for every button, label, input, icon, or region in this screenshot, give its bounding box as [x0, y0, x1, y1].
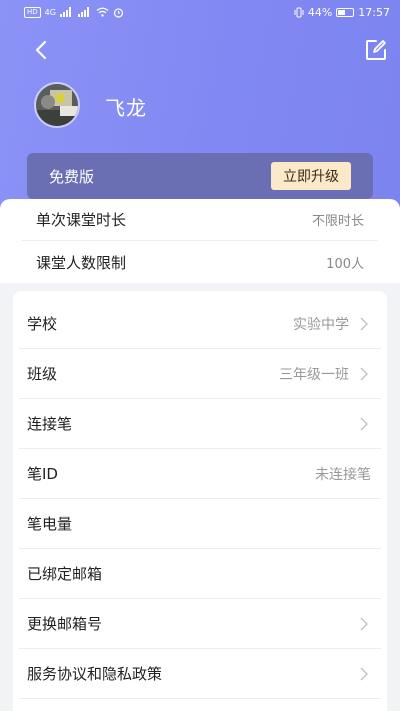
quota-row-duration: 单次课堂时长 不限时长: [22, 199, 378, 240]
chevron-right-icon: [357, 316, 371, 331]
battery-icon: [336, 7, 355, 17]
quota-row-capacity: 课堂人数限制 100人: [22, 242, 378, 283]
wifi-icon: [96, 7, 109, 17]
plan-bar: 免费版 立即升级: [27, 153, 373, 199]
settings-row-change-email[interactable]: 更换邮箱号: [19, 599, 381, 649]
chevron-right-icon: [357, 616, 371, 631]
settings-row-pen-battery: 笔电量: [19, 499, 381, 549]
edit-profile-button[interactable]: [364, 38, 388, 62]
upgrade-button[interactable]: 立即升级: [271, 162, 351, 190]
vibrate-icon: [294, 7, 304, 17]
status-bar-right: 44% 17:57: [294, 6, 390, 19]
row-value: 未连接笔: [315, 466, 371, 483]
signal-icon: [59, 7, 71, 17]
quota-card: 单次课堂时长 不限时长 课堂人数限制 100人: [0, 199, 400, 283]
avatar[interactable]: [34, 82, 80, 128]
settings-card: 学校 实验中学 班级 三年级一班 连接笔 笔ID 未连接笔 笔电量 已绑定邮箱: [13, 291, 387, 711]
row-label: 已绑定邮箱: [27, 565, 103, 583]
row-right: [349, 666, 371, 681]
signal-2-icon: [77, 7, 89, 17]
chevron-right-icon: [357, 366, 371, 381]
settings-row-school[interactable]: 学校 实验中学: [19, 299, 381, 349]
settings-row-connect-pen[interactable]: 连接笔: [19, 399, 381, 449]
row-label: 笔电量: [27, 515, 73, 533]
row-label: 班级: [27, 365, 58, 383]
quota-value: 100人: [326, 257, 364, 272]
row-label: 更换邮箱号: [27, 615, 103, 633]
row-right: 三年级一班: [279, 364, 371, 384]
settings-row-class[interactable]: 班级 三年级一班: [19, 349, 381, 399]
status-bar-left: HD 4G: [24, 6, 124, 18]
row-label: 学校: [27, 315, 58, 333]
row-value: 三年级一班: [279, 366, 349, 383]
settings-row-privacy-policy[interactable]: 服务协议和隐私政策: [19, 649, 381, 699]
row-label: 服务协议和隐私政策: [27, 665, 163, 683]
row-right: [349, 616, 371, 631]
clock: 17:57: [358, 5, 390, 19]
row-value: 实验中学: [293, 316, 349, 333]
plan-name: 免费版: [49, 167, 95, 186]
quota-label: 课堂人数限制: [36, 254, 127, 272]
row-right: [349, 416, 371, 431]
row-right: 实验中学: [293, 314, 371, 334]
chevron-right-icon: [357, 666, 371, 681]
quota-label: 单次课堂时长: [36, 211, 127, 229]
status-bar: HD 4G 44% 17:57: [0, 0, 400, 24]
row-label: 连接笔: [27, 415, 73, 433]
chevron-left-icon: [35, 40, 47, 60]
battery-percent: 44%: [307, 5, 333, 19]
user-name: 飞龙: [105, 96, 147, 120]
divider: [22, 240, 378, 241]
network-type: 4G: [44, 7, 56, 17]
row-label: 笔ID: [27, 465, 58, 483]
hd-indicator: HD: [24, 6, 41, 18]
back-button[interactable]: [30, 38, 52, 62]
settings-row-pen-id: 笔ID 未连接笔: [19, 449, 381, 499]
edit-icon: [366, 40, 386, 60]
chevron-right-icon: [357, 416, 371, 431]
settings-row-bound-email: 已绑定邮箱: [19, 549, 381, 599]
row-right: 未连接笔: [315, 464, 371, 484]
alarm-icon: [113, 7, 124, 18]
quota-value: 不限时长: [311, 214, 364, 229]
